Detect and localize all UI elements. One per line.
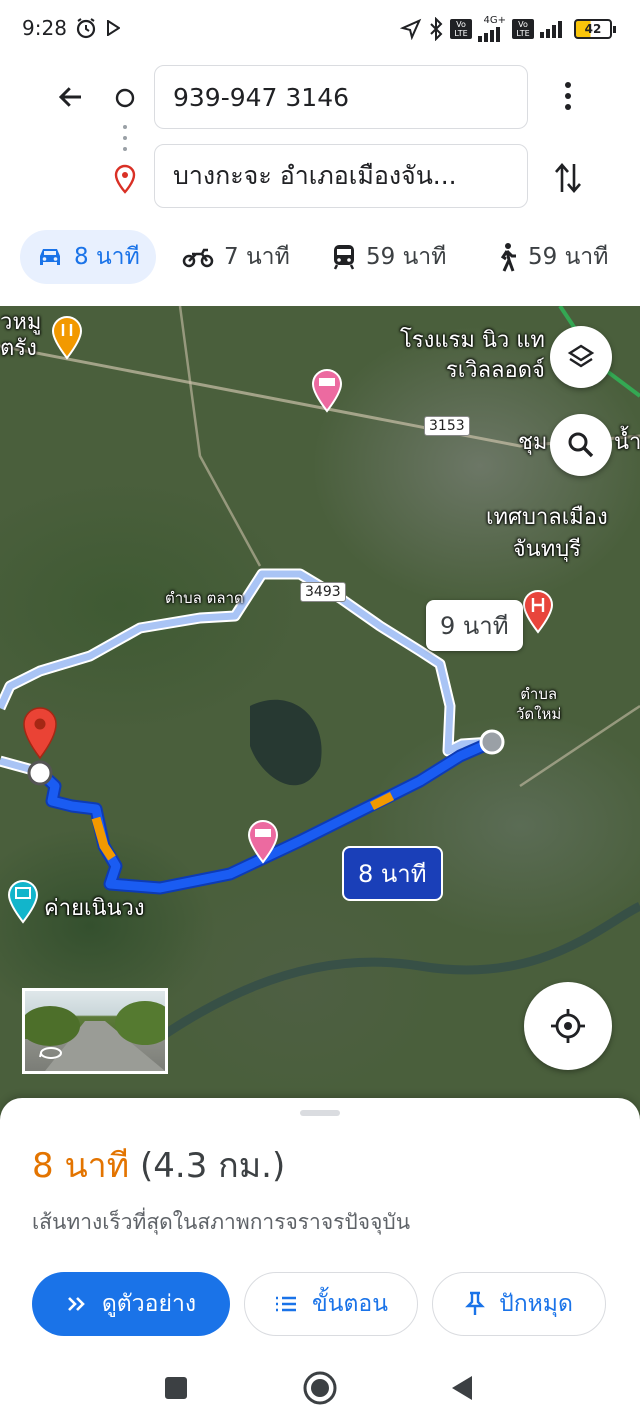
route-dots-icon [122, 124, 128, 156]
network-type: 4G+ [483, 15, 507, 26]
search-icon [568, 432, 594, 458]
layers-icon [567, 344, 595, 368]
back-triangle-icon[interactable] [450, 1374, 474, 1406]
map-label-poi: วหมู ตรัง [0, 310, 42, 361]
system-nav-bar [0, 1368, 640, 1427]
double-chevron-icon [67, 1297, 85, 1311]
motorcycle-icon [182, 248, 214, 268]
map-label-municipality: เทศบาลเมือง จันทบุรี [486, 505, 608, 562]
steps-button[interactable]: ขั้นตอน [244, 1272, 418, 1336]
mode-motorcycle-tab[interactable]: 7 นาที [182, 230, 290, 284]
route-summary: 8 นาที (4.3 กม.) [32, 1138, 285, 1192]
destination-pin-icon [112, 164, 138, 198]
volte-badge-2: Vo LTE [512, 19, 534, 39]
more-options-icon[interactable] [562, 80, 574, 116]
pin-button-label: ปักหมุด [499, 1291, 573, 1317]
mode-driving-tab[interactable]: 8 นาที [20, 230, 156, 284]
preview-button-label: ดูตัวอย่าง [101, 1291, 197, 1317]
walk-icon [500, 243, 516, 272]
transit-icon [333, 245, 355, 270]
signal-strength-1: 4G+ [478, 16, 506, 42]
play-store-icon [106, 19, 121, 40]
recents-square-icon[interactable] [164, 1376, 188, 1404]
status-icons: Vo LTE 4G+ Vo LTE 42 [400, 16, 616, 42]
signal-bars-icon-2 [540, 21, 562, 38]
swap-directions-icon[interactable] [552, 160, 584, 200]
mode-walking-label: 59 นาที [528, 244, 609, 270]
volte-badge: Vo LTE [450, 19, 472, 39]
sheet-drag-handle[interactable] [300, 1110, 340, 1116]
list-icon [276, 1296, 297, 1312]
map-view[interactable]: วหมู ตรัง โรงแรม นิว แท รเวิลลอดจ์ 3153 … [0, 306, 640, 1126]
mode-motorcycle-label: 7 นาที [224, 244, 290, 270]
map-label-hotel: โรงแรม นิว แท รเวิลลอดจ์ [400, 328, 545, 383]
crosshair-icon [551, 1009, 585, 1043]
route-sign-3493: 3493 [300, 582, 346, 602]
route-description: เส้นทางเร็วที่สุดในสภาพการจราจรปัจจุบัน [32, 1210, 411, 1234]
home-circle-icon[interactable] [302, 1370, 338, 1410]
car-icon [40, 249, 60, 265]
route-duration: 8 นาที [32, 1146, 130, 1186]
back-arrow-icon[interactable] [56, 82, 86, 116]
map-label-community: ชุม [518, 430, 548, 455]
mode-driving-label: 8 นาที [74, 244, 140, 270]
bluetooth-icon [430, 17, 443, 41]
origin-input[interactable]: 939-947 3146 [154, 65, 528, 129]
destination-input[interactable]: บางกะจะ อำเภอเมืองจัน... [154, 144, 528, 208]
main-route-time-bubble[interactable]: 8 นาที [342, 846, 443, 901]
alarm-icon [74, 16, 98, 44]
signal-bars-icon [478, 27, 500, 42]
mode-transit-tab[interactable]: 59 นาที [332, 230, 446, 284]
location-arrow-icon [400, 18, 422, 40]
layers-button[interactable] [550, 326, 612, 388]
pin-button[interactable]: ปักหมุด [432, 1272, 606, 1336]
map-label-community-right: น้ำ [614, 430, 640, 455]
status-time: 9:28 [22, 16, 67, 40]
battery-level: 42 [574, 19, 612, 39]
map-label-tambon-talat: ตำบล ตลาด [165, 589, 244, 607]
alt-route-time-bubble[interactable]: 9 นาที [426, 600, 523, 651]
origin-circle-icon [114, 87, 136, 113]
pushpin-icon [465, 1291, 485, 1315]
street-view-rotate-icon [39, 1045, 63, 1065]
status-bar: 9:28 Vo LTE 4G+ Vo LTE 42 [0, 0, 640, 60]
map-label-camp: ค่ายเนินวง [44, 896, 145, 921]
route-distance: (4.3 กม.) [140, 1146, 286, 1186]
preview-button[interactable]: ดูตัวอย่าง [32, 1272, 230, 1336]
directions-header: 939-947 3146 บางกะจะ อำเภอเมืองจัน... 8 … [0, 60, 640, 300]
steps-button-label: ขั้นตอน [312, 1291, 388, 1317]
route-sign-3153: 3153 [424, 416, 470, 436]
battery-icon: 42 [574, 19, 616, 39]
map-label-tambon-wat-mai: ตำบล วัดใหม่ [516, 685, 562, 723]
mode-transit-label: 59 นาที [366, 244, 447, 270]
mode-walking-tab[interactable]: 59 นาที [496, 230, 608, 284]
my-location-button[interactable] [524, 982, 612, 1070]
street-view-thumbnail[interactable] [22, 988, 168, 1074]
travel-mode-tabs: 8 นาที 7 นาที 59 นาที 59 นาที [0, 230, 640, 286]
search-along-route-button[interactable] [550, 414, 612, 476]
route-summary-sheet: 8 นาที (4.3 กม.) เส้นทางเร็วที่สุดในสภาพ… [0, 1098, 640, 1368]
